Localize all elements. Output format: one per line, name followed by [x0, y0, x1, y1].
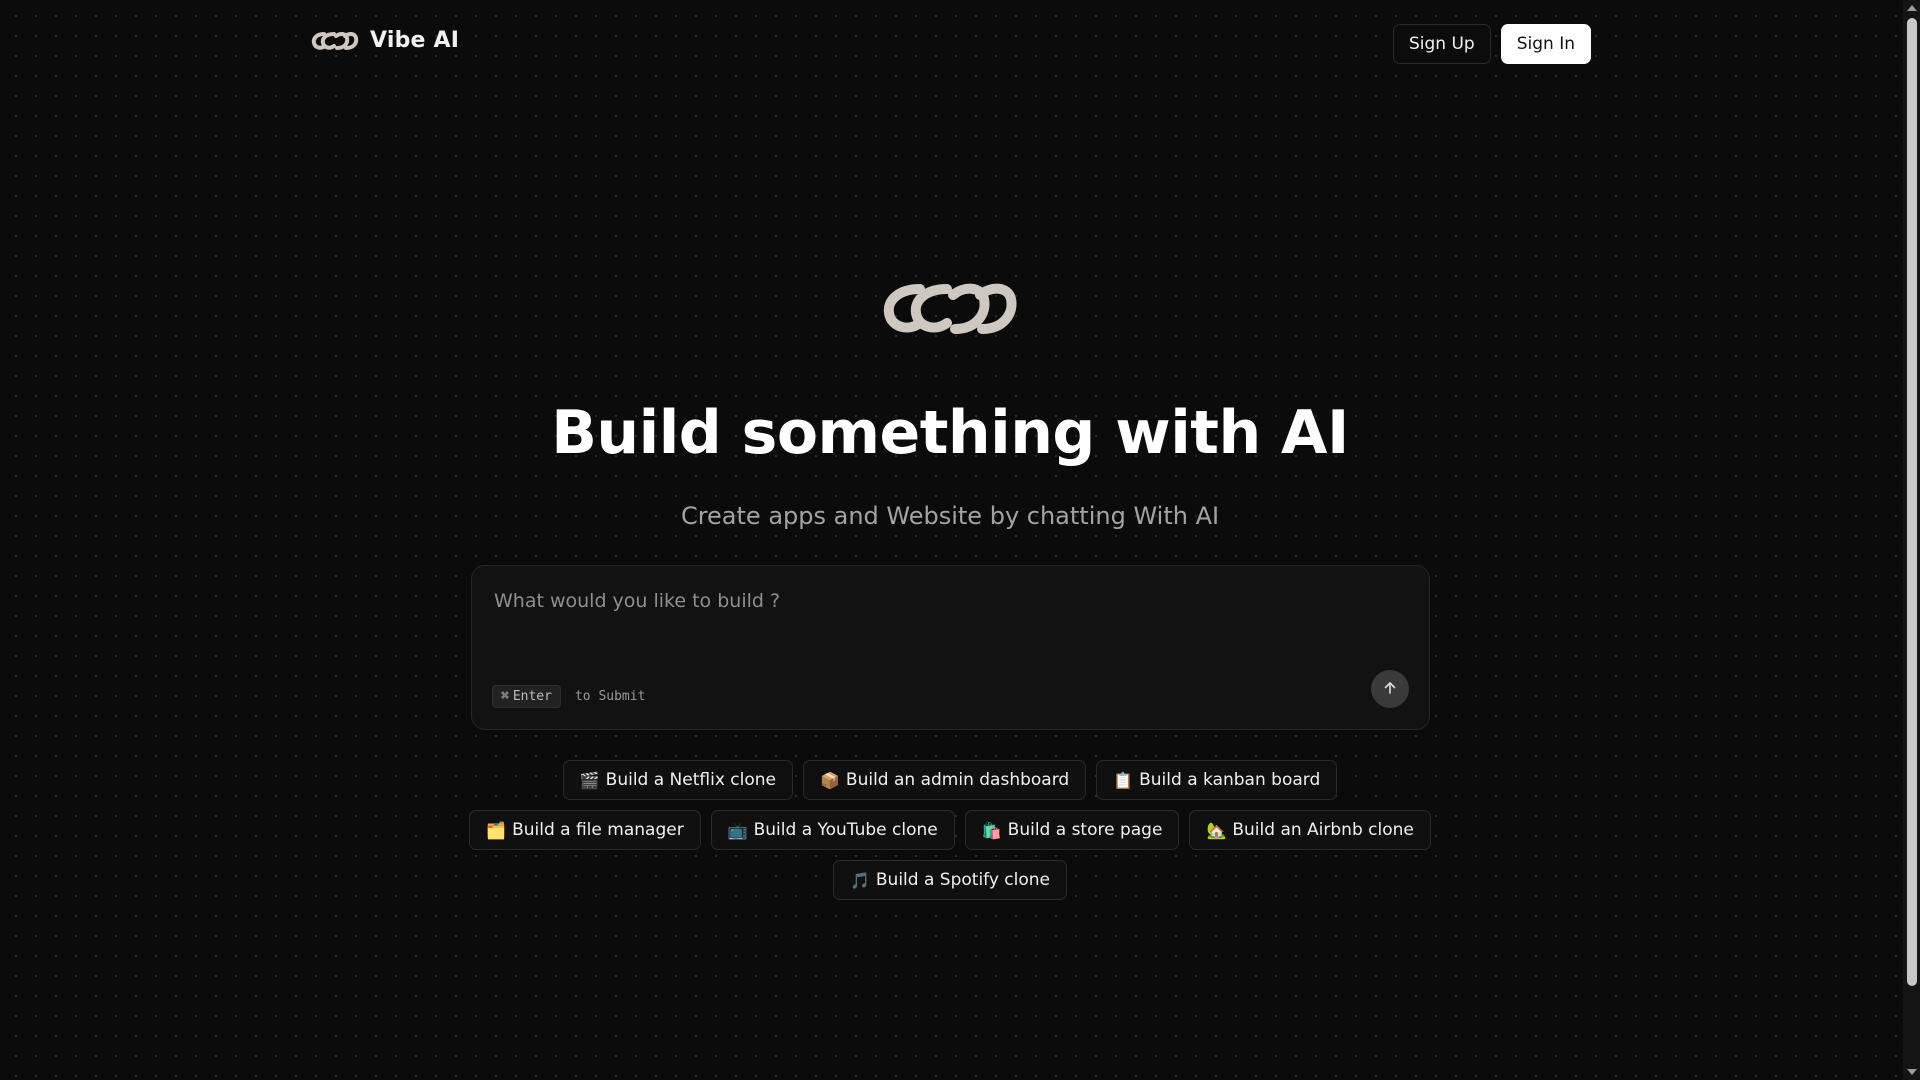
brand-name: Vibe AI — [370, 28, 460, 53]
suggestion-label: Build a Spotify clone — [875, 870, 1051, 890]
suggestion-label: Build a store page — [1007, 820, 1163, 840]
suggestion-label: Build a kanban board — [1139, 770, 1321, 790]
suggestion-admin-dashboard[interactable]: 📦 Build an admin dashboard — [803, 760, 1087, 800]
suggestion-store-page[interactable]: 🛍️ Build a store page — [964, 810, 1180, 850]
suggestion-label: Build a YouTube clone — [753, 820, 938, 840]
suggestion-airbnb-clone[interactable]: 🏡 Build an Airbnb clone — [1189, 810, 1431, 850]
submit-shortcut-hint: ⌘ Enter to Submit — [492, 685, 645, 708]
suggestion-youtube-clone[interactable]: 📺 Build a YouTube clone — [710, 810, 955, 850]
suggestion-label: Build a file manager — [512, 820, 684, 840]
suggestion-kanban-board[interactable]: 📋 Build a kanban board — [1096, 760, 1338, 800]
hero-logo-icon — [880, 280, 1022, 338]
page-title: Build something with AI — [551, 398, 1349, 468]
brand-logo-icon — [310, 30, 360, 52]
suggestion-label: Build an Airbnb clone — [1232, 820, 1414, 840]
suggestion-file-manager[interactable]: 🗂️ Build a file manager — [469, 810, 701, 850]
suggestion-netflix-clone[interactable]: 🎬 Build a Netflix clone — [562, 760, 793, 800]
folder-icon: 🗂️ — [486, 820, 507, 840]
page: Vibe AI Sign Up Sign In Build something … — [0, 0, 1920, 1080]
command-key-icon: ⌘ — [501, 689, 509, 704]
sign-in-button[interactable]: Sign In — [1500, 24, 1591, 64]
suggestion-row: 🎵 Build a Spotify clone — [832, 860, 1068, 900]
suggestion-row: 🎬 Build a Netflix clone 📦 Build an admin… — [562, 760, 1338, 800]
submit-button[interactable] — [1371, 670, 1409, 708]
music-note-icon: 🎵 — [849, 870, 870, 890]
scroll-down-icon[interactable] — [1907, 1069, 1917, 1075]
package-icon: 📦 — [820, 770, 840, 790]
arrow-up-icon — [1382, 680, 1398, 699]
brand[interactable]: Vibe AI — [310, 28, 459, 53]
vertical-scrollbar[interactable] — [1903, 0, 1920, 1080]
scroll-up-icon[interactable] — [1907, 5, 1917, 11]
suggestion-label: Build an admin dashboard — [845, 770, 1070, 790]
suggestion-row: 🗂️ Build a file manager 📺 Build a YouTub… — [469, 810, 1431, 850]
shopping-bags-icon: 🛍️ — [981, 820, 1002, 840]
house-icon: 🏡 — [1206, 820, 1227, 840]
prompt-input[interactable] — [492, 588, 1396, 672]
clipboard-icon: 📋 — [1113, 770, 1134, 790]
header-actions: Sign Up Sign In — [1393, 24, 1591, 64]
scrollbar-thumb[interactable] — [1907, 18, 1917, 986]
suggestion-spotify-clone[interactable]: 🎵 Build a Spotify clone — [832, 860, 1068, 900]
suggestion-list: 🎬 Build a Netflix clone 📦 Build an admin… — [0, 760, 1900, 900]
submit-hint-text: to Submit — [574, 689, 646, 704]
prompt-box: ⌘ Enter to Submit — [471, 565, 1430, 730]
sign-up-button[interactable]: Sign Up — [1393, 24, 1491, 64]
page-subtitle: Create apps and Website by chatting With… — [680, 502, 1220, 530]
enter-key-badge: ⌘ Enter — [492, 685, 561, 708]
television-icon: 📺 — [727, 820, 748, 840]
suggestion-label: Build a Netflix clone — [605, 770, 776, 790]
clapperboard-icon: 🎬 — [579, 770, 600, 790]
enter-key-label: Enter — [512, 689, 552, 704]
